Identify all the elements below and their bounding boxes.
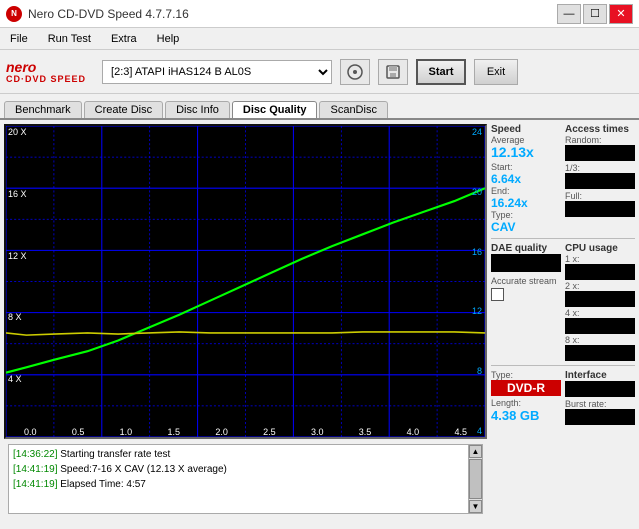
tab-disc-info[interactable]: Disc Info xyxy=(165,101,230,118)
nero-logo-top: nero xyxy=(6,60,36,74)
cpu-4x-value xyxy=(565,318,635,334)
log-area: [14:36:22] Starting transfer rate test[1… xyxy=(4,441,487,525)
menu-file[interactable]: File xyxy=(4,31,34,47)
log-entry-2: [14:41:19] Elapsed Time: 4:57 xyxy=(13,477,464,492)
speed-type-label: Type: xyxy=(491,210,561,220)
tab-benchmark[interactable]: Benchmark xyxy=(4,101,82,118)
disc-section: Type: DVD-R Length: 4.38 GB xyxy=(491,370,561,425)
disc-length-value: 4.38 GB xyxy=(491,408,561,423)
toolbar-disc-icon[interactable] xyxy=(340,59,370,85)
menu-bar: File Run Test Extra Help xyxy=(0,28,639,50)
burst-rate-label: Burst rate: xyxy=(565,399,635,409)
chart-area: 20 X 16 X 12 X 8 X 4 X 24 20 16 12 8 4 0… xyxy=(4,124,487,439)
interface-title: Interface xyxy=(565,370,635,381)
access-full-label: Full: xyxy=(565,191,635,201)
tab-scan-disc[interactable]: ScanDisc xyxy=(319,101,387,118)
access-times-title: Access times xyxy=(565,124,635,135)
title-bar: N Nero CD-DVD Speed 4.7.7.16 — ☐ ✕ xyxy=(0,0,639,28)
accurate-stream-label: Accurate stream xyxy=(491,276,561,286)
scroll-up-arrow[interactable]: ▲ xyxy=(469,445,482,458)
speed-section: Speed Average 12.13x Start: 6.64x End: 1… xyxy=(491,124,561,234)
title-bar-left: N Nero CD-DVD Speed 4.7.7.16 xyxy=(6,6,189,22)
right-panel: Speed Average 12.13x Start: 6.64x End: 1… xyxy=(491,120,639,529)
tab-disc-quality[interactable]: Disc Quality xyxy=(232,101,318,118)
cpu-title: CPU usage xyxy=(565,243,635,254)
disc-length-label: Length: xyxy=(491,398,561,408)
cpu-4x-label: 4 x: xyxy=(565,308,635,318)
tabs: Benchmark Create Disc Disc Info Disc Qua… xyxy=(0,94,639,120)
burst-rate-value xyxy=(565,409,635,425)
cpu-section: CPU usage 1 x: 2 x: 4 x: 8 x: xyxy=(565,243,635,361)
chart-svg xyxy=(6,126,485,437)
title-controls[interactable]: — ☐ ✕ xyxy=(557,4,633,24)
maximize-button[interactable]: ☐ xyxy=(583,4,607,24)
app-icon: N xyxy=(6,6,22,22)
speed-avg-value: 12.13x xyxy=(491,145,561,160)
tab-create-disc[interactable]: Create Disc xyxy=(84,101,163,118)
divider-1 xyxy=(491,238,635,239)
cpu-8x-value xyxy=(565,345,635,361)
log-entry-0: [14:36:22] Starting transfer rate test xyxy=(13,447,464,462)
interface-section: Interface Burst rate: xyxy=(565,370,635,425)
speed-title: Speed xyxy=(491,124,561,135)
access-onethird-label: 1/3: xyxy=(565,163,635,173)
log-content: [14:36:22] Starting transfer rate test[1… xyxy=(9,445,468,513)
menu-extra[interactable]: Extra xyxy=(105,31,143,47)
interface-value xyxy=(565,381,635,397)
toolbar-save-icon[interactable] xyxy=(378,59,408,85)
cpu-2x-label: 2 x: xyxy=(565,281,635,291)
start-button[interactable]: Start xyxy=(416,59,466,85)
speed-start-value: 6.64x xyxy=(491,172,561,186)
window-title: Nero CD-DVD Speed 4.7.7.16 xyxy=(28,7,189,21)
cpu-2x-value xyxy=(565,291,635,307)
access-times-section: Access times Random: 1/3: Full: xyxy=(565,124,635,234)
disc-type-value: DVD-R xyxy=(491,380,561,396)
exit-button[interactable]: Exit xyxy=(474,59,518,85)
disc-type-label: Type: xyxy=(491,370,561,380)
scroll-down-arrow[interactable]: ▼ xyxy=(469,500,482,513)
log-scrollbar[interactable]: ▲ ▼ xyxy=(468,445,482,513)
minimize-button[interactable]: — xyxy=(557,4,581,24)
dae-value xyxy=(491,254,561,272)
main-content: 20 X 16 X 12 X 8 X 4 X 24 20 16 12 8 4 0… xyxy=(0,120,639,529)
access-random-label: Random: xyxy=(565,135,635,145)
access-random-value xyxy=(565,145,635,161)
cpu-1x-label: 1 x: xyxy=(565,254,635,264)
cpu-8x-label: 8 x: xyxy=(565,335,635,345)
dae-section: DAE quality Accurate stream xyxy=(491,243,561,361)
dae-title: DAE quality xyxy=(491,243,561,254)
drive-select[interactable]: [2:3] ATAPI iHAS124 B AL0S xyxy=(102,60,332,84)
log-box: [14:36:22] Starting transfer rate test[1… xyxy=(8,444,483,514)
speed-end-value: 16.24x xyxy=(491,196,561,210)
scroll-thumb[interactable] xyxy=(469,459,482,499)
accurate-stream-checkbox[interactable] xyxy=(491,288,504,301)
close-button[interactable]: ✕ xyxy=(609,4,633,24)
access-onethird-value xyxy=(565,173,635,189)
nero-logo: nero CD·DVD SPEED xyxy=(6,60,86,84)
cpu-1x-value xyxy=(565,264,635,280)
toolbar: nero CD·DVD SPEED [2:3] ATAPI iHAS124 B … xyxy=(0,50,639,94)
divider-2 xyxy=(491,365,635,366)
nero-logo-bottom: CD·DVD SPEED xyxy=(6,74,86,84)
log-entry-1: [14:41:19] Speed:7-16 X CAV (12.13 X ave… xyxy=(13,462,464,477)
speed-type-value: CAV xyxy=(491,220,561,234)
speed-end-label: End: xyxy=(491,186,561,196)
menu-help[interactable]: Help xyxy=(151,31,186,47)
menu-run-test[interactable]: Run Test xyxy=(42,31,97,47)
access-full-value xyxy=(565,201,635,217)
speed-start-label: Start: xyxy=(491,162,561,172)
